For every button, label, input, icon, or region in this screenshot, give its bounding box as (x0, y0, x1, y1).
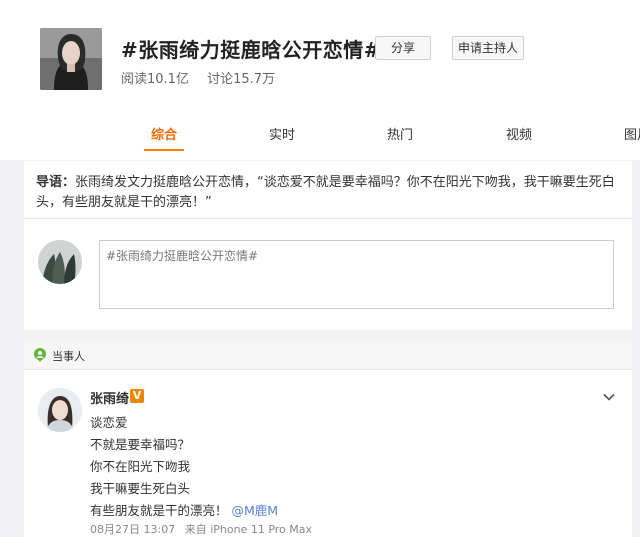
topic-title: #张雨绮力挺鹿晗公开恋情# (121, 38, 382, 62)
compose-input[interactable]: #张雨绮力挺鹿晗公开恋情# (100, 241, 613, 308)
post-line: 你不在阳光下吻我 (90, 459, 191, 474)
tab-realtime[interactable]: 实时 (269, 124, 295, 143)
post-line: 我干嘛要生死白头 (90, 481, 191, 496)
person-pin-icon (34, 348, 46, 362)
verified-badge: V (130, 389, 144, 403)
topic-stats: 阅读10.1亿 讨论15.7万 (121, 68, 289, 87)
active-tab-indicator (144, 149, 184, 151)
post-card: 张雨绮 V 谈恋爱 不就是要幸福吗？ 你不在阳光下吻我 我干嘛要生死白头 有些朋… (24, 370, 632, 537)
chevron-down-icon[interactable] (602, 390, 616, 404)
post-line: 有些朋友就是干的漂亮！ (90, 503, 228, 518)
mention-link[interactable]: @M鹿M (232, 503, 279, 518)
intro-card: 导语：张雨绮发文力挺鹿晗公开恋情，“谈恋爱不就是要幸福吗？你不在阳光下吻我，我干… (24, 161, 632, 330)
post-author-avatar[interactable] (38, 388, 82, 432)
tab-video[interactable]: 视频 (506, 124, 532, 143)
tab-images[interactable]: 图片 (624, 124, 640, 143)
topic-avatar[interactable] (40, 28, 102, 90)
read-count: 阅读10.1亿 (121, 72, 189, 87)
tab-hot[interactable]: 热门 (387, 124, 413, 143)
post-date[interactable]: 08月27日 13:07 (90, 523, 175, 536)
post-line: 谈恋爱 (90, 415, 128, 430)
intro-text: 张雨绮发文力挺鹿晗公开恋情，“谈恋爱不就是要幸福吗？你不在阳光下吻我，我干嘛要生… (36, 175, 615, 210)
tab-bar: 综合 实时 热门 视频 图片 (0, 116, 640, 152)
discussion-count: 讨论15.7万 (207, 72, 276, 87)
post-meta: 08月27日 13:07 来自 iPhone 11 Pro Max (90, 521, 318, 537)
apply-host-button[interactable]: 申请主持人 (452, 36, 524, 60)
user-avatar[interactable] (38, 240, 82, 284)
intro-label: 导语： (36, 175, 76, 190)
intro: 导语：张雨绮发文力挺鹿晗公开恋情，“谈恋爱不就是要幸福吗？你不在阳光下吻我，我干… (36, 173, 626, 213)
divider (24, 218, 632, 219)
topic-header: #张雨绮力挺鹿晗公开恋情# 分享 申请主持人 阅读10.1亿 讨论15.7万 综… (0, 0, 640, 160)
post-author-name[interactable]: 张雨绮 (90, 388, 129, 407)
post-line: 不就是要幸福吗？ (90, 437, 191, 452)
section-label: 当事人 (52, 350, 85, 363)
section-header: 当事人 (24, 343, 632, 370)
tab-comprehensive[interactable]: 综合 (151, 124, 177, 143)
post-source: 来自 iPhone 11 Pro Max (184, 523, 313, 536)
post-line-last: 有些朋友就是干的漂亮！ @M鹿M (90, 500, 278, 519)
share-button[interactable]: 分享 (375, 36, 431, 60)
compose-box[interactable]: #张雨绮力挺鹿晗公开恋情# (99, 240, 614, 309)
